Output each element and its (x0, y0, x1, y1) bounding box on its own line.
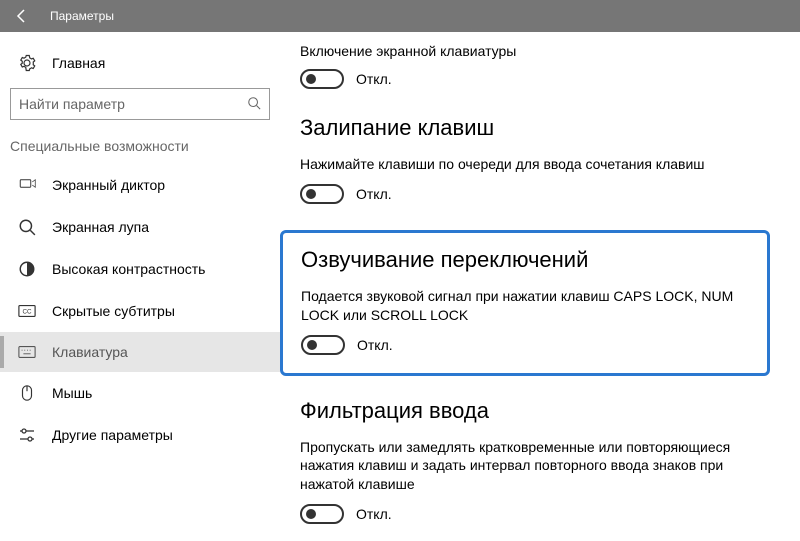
sidebar-item-magnifier[interactable]: Экранная лупа (0, 206, 280, 248)
mouse-icon (18, 384, 36, 402)
sidebar-item-label: Мышь (52, 385, 92, 401)
section-sticky-keys: Залипание клавиш Нажимайте клавиши по оч… (300, 115, 770, 204)
titlebar: Параметры (0, 0, 800, 32)
svg-text:CC: CC (22, 309, 32, 316)
gear-icon (18, 54, 36, 72)
section-toggle-keys: Озвучивание переключений Подается звуков… (301, 247, 749, 355)
home-link[interactable]: Главная (0, 44, 280, 82)
sidebar-item-label: Клавиатура (52, 344, 128, 360)
sidebar-item-label: Высокая контрастность (52, 261, 205, 277)
togglekeys-heading: Озвучивание переключений (301, 247, 749, 273)
osk-toggle-label: Откл. (356, 71, 392, 87)
sticky-toggle[interactable] (300, 184, 344, 204)
search-input[interactable] (19, 96, 247, 112)
sidebar-item-captions[interactable]: CC Скрытые субтитры (0, 290, 280, 332)
osk-toggle[interactable] (300, 69, 344, 89)
sidebar-item-narrator[interactable]: Экранный диктор (0, 164, 280, 206)
sliders-icon (18, 426, 36, 444)
sidebar-item-label: Скрытые субтитры (52, 303, 175, 319)
osk-sub: Включение экранной клавиатуры (300, 42, 770, 61)
filter-toggle[interactable] (300, 504, 344, 524)
togglekeys-toggle-label: Откл. (357, 337, 393, 353)
keyboard-icon (18, 345, 36, 359)
sidebar: Главная Специальные возможности Экранный… (0, 32, 280, 541)
highlight-box: Озвучивание переключений Подается звуков… (280, 230, 770, 376)
filter-desc: Пропускать или замедлять кратковременные… (300, 438, 770, 495)
section-filter-keys: Фильтрация ввода Пропускать или замедлят… (300, 398, 770, 525)
sticky-toggle-label: Откл. (356, 186, 392, 202)
content-pane: Включение экранной клавиатуры Откл. Зали… (280, 32, 800, 541)
search-icon (247, 96, 261, 113)
sidebar-item-label: Экранный диктор (52, 177, 165, 193)
filter-toggle-label: Откл. (356, 506, 392, 522)
section-onscreen-keyboard: Включение экранной клавиатуры Откл. (300, 42, 770, 89)
magnifier-icon (18, 218, 36, 236)
togglekeys-desc: Подается звуковой сигнал при нажатии кла… (301, 287, 749, 325)
back-button[interactable] (12, 8, 32, 24)
category-label: Специальные возможности (0, 138, 280, 164)
sticky-heading: Залипание клавиш (300, 115, 770, 141)
window-title: Параметры (50, 9, 114, 23)
arrow-left-icon (14, 8, 30, 24)
sidebar-item-label: Экранная лупа (52, 219, 149, 235)
sidebar-item-other[interactable]: Другие параметры (0, 414, 280, 456)
sidebar-item-label: Другие параметры (52, 427, 173, 443)
contrast-icon (18, 260, 36, 278)
sidebar-item-highcontrast[interactable]: Высокая контрастность (0, 248, 280, 290)
captions-icon: CC (18, 302, 36, 320)
filter-heading: Фильтрация ввода (300, 398, 770, 424)
sidebar-item-mouse[interactable]: Мышь (0, 372, 280, 414)
narrator-icon (18, 176, 36, 194)
sidebar-item-keyboard[interactable]: Клавиатура (0, 332, 280, 372)
search-box[interactable] (10, 88, 270, 120)
home-label: Главная (52, 55, 105, 71)
sticky-desc: Нажимайте клавиши по очереди для ввода с… (300, 155, 770, 174)
togglekeys-toggle[interactable] (301, 335, 345, 355)
